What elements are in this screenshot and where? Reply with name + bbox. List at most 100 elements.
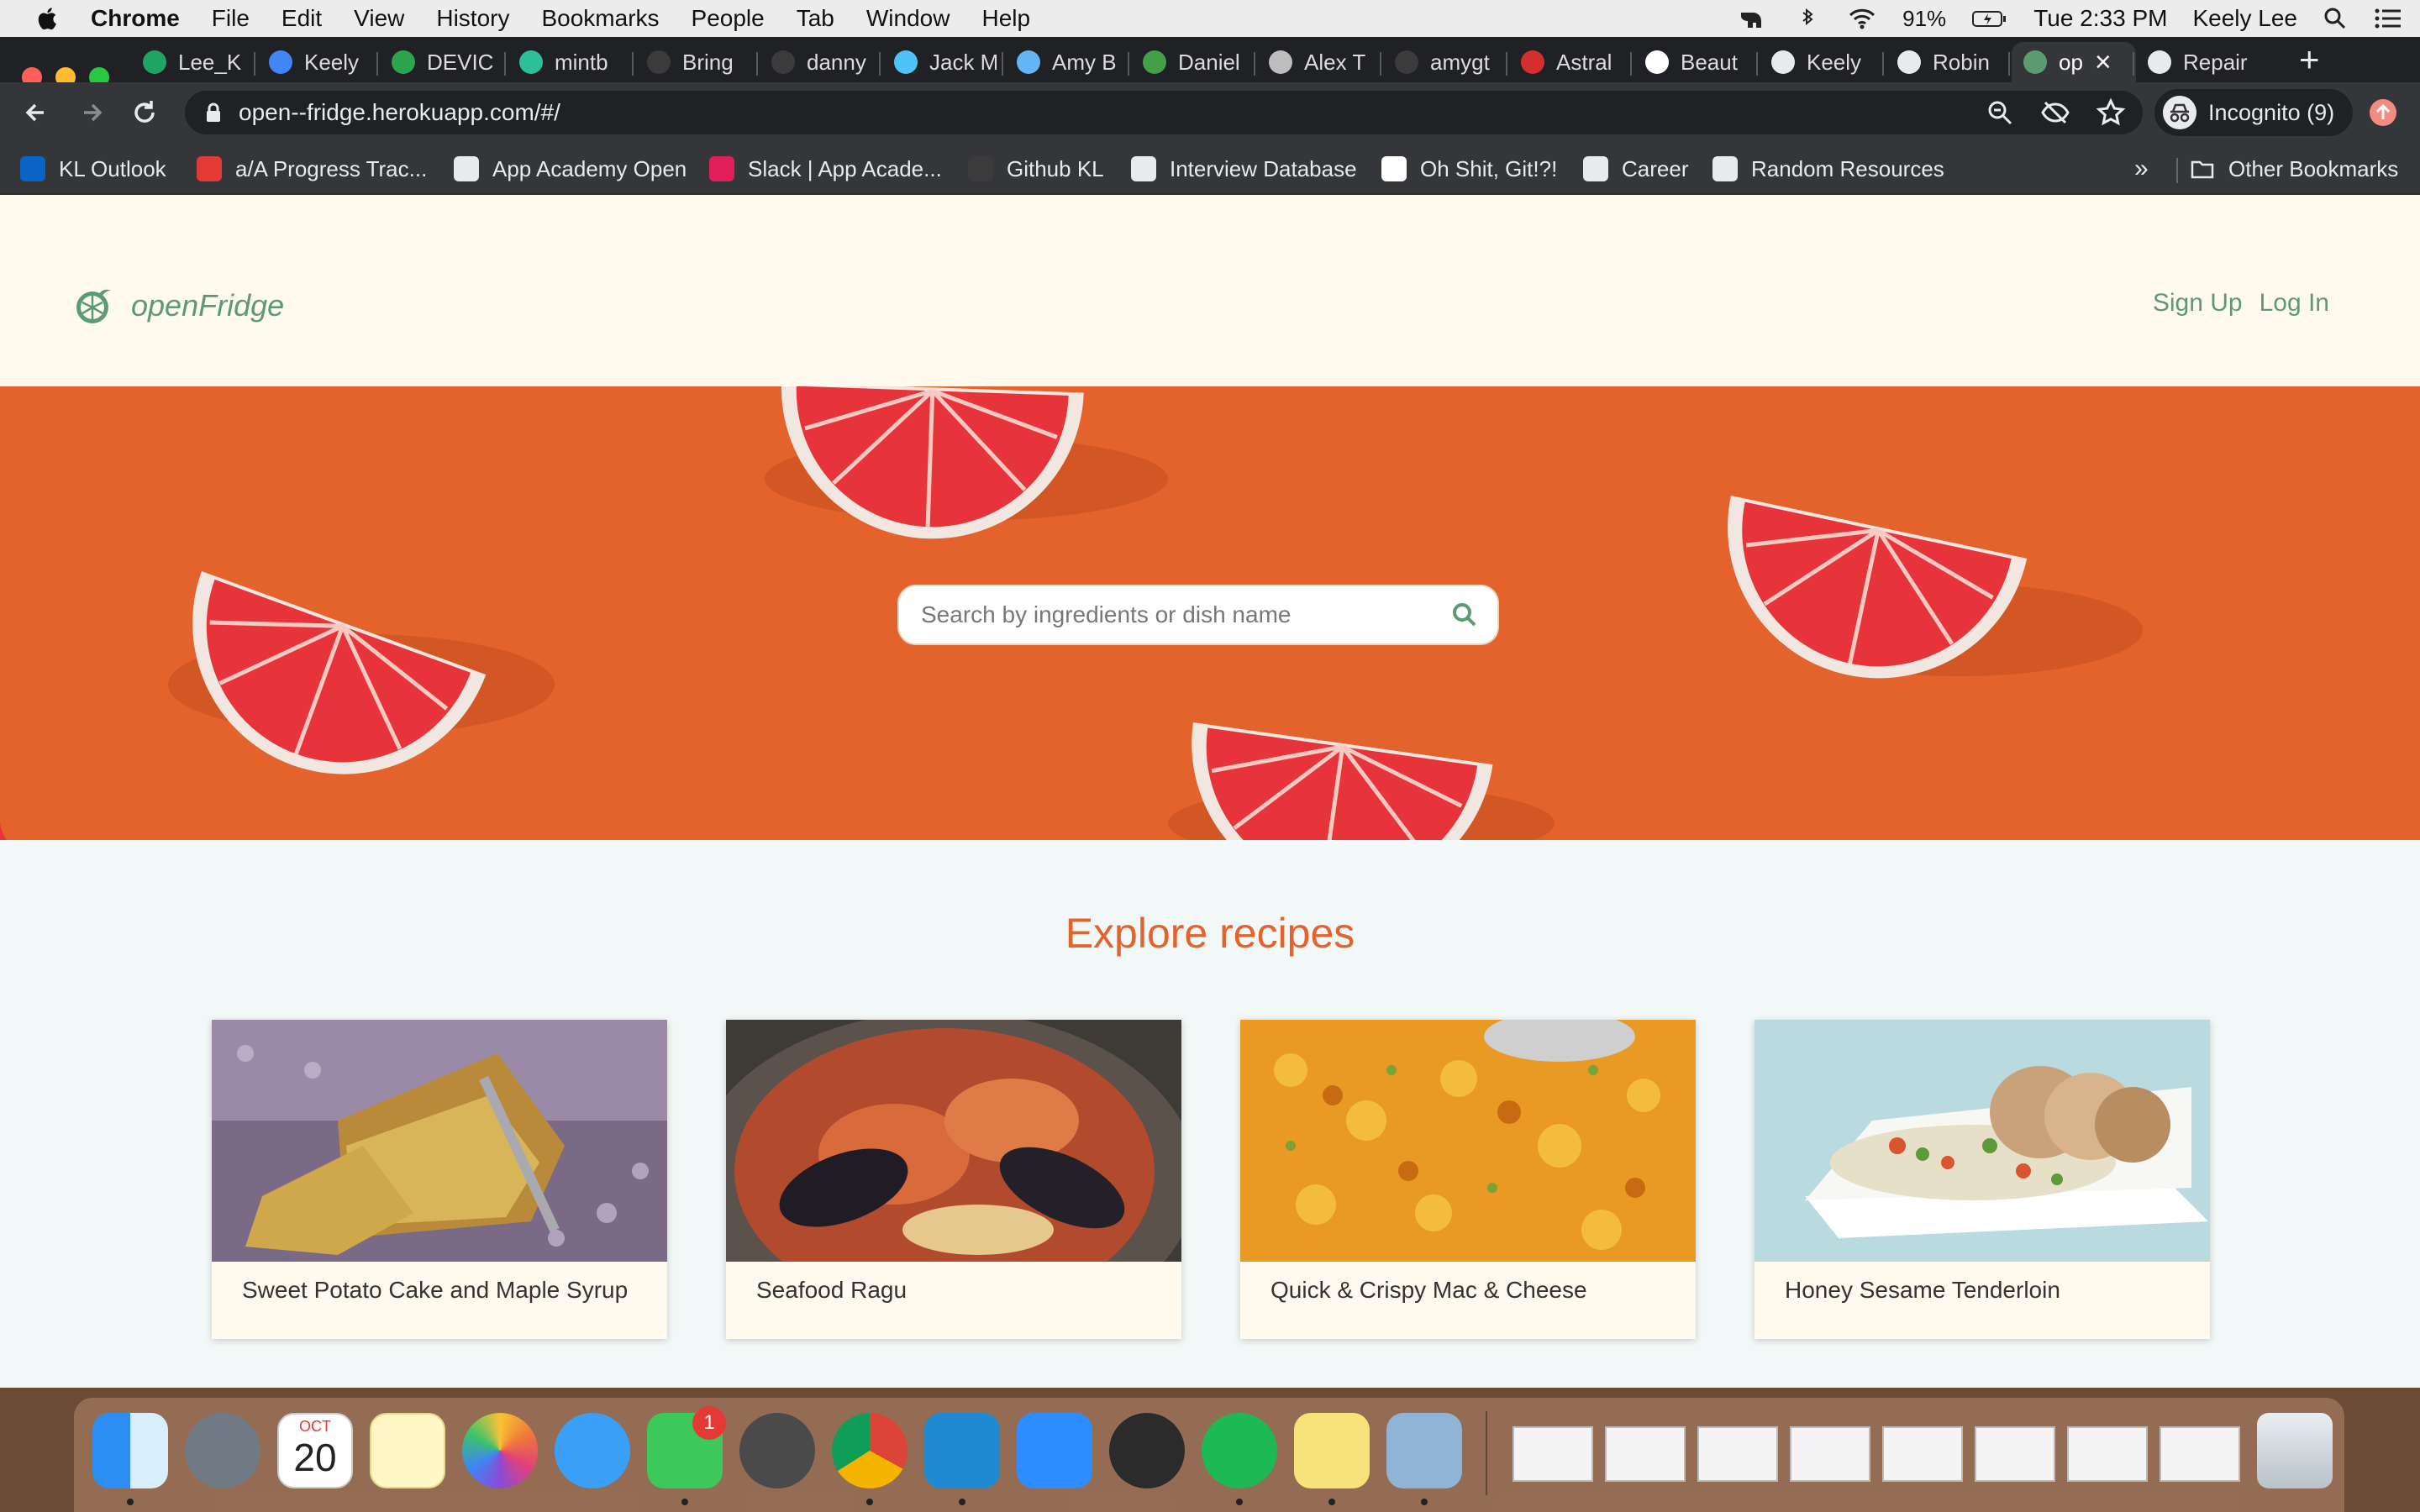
minimized-window-thumbnail[interactable] bbox=[1975, 1426, 2055, 1482]
trash-icon[interactable] bbox=[2257, 1413, 2333, 1488]
bookmark-item[interactable]: Random Resources bbox=[1712, 155, 1944, 183]
minimized-window-thumbnail[interactable] bbox=[2160, 1426, 2240, 1482]
recipe-card-title[interactable]: Quick & Crispy Mac & Cheese bbox=[1270, 1277, 1587, 1304]
url-text[interactable]: open--fridge.herokuapp.com/#/ bbox=[239, 99, 560, 126]
browser-tab[interactable]: Beaut bbox=[1634, 42, 1751, 82]
bookmark-item[interactable]: KL Outlook bbox=[20, 155, 166, 183]
incognito-profile-button[interactable]: Incognito (9) bbox=[2154, 89, 2353, 136]
site-logo[interactable]: openFridge bbox=[74, 286, 284, 326]
spotlight-search-icon[interactable] bbox=[2323, 6, 2348, 31]
menu-bookmarks[interactable]: Bookmarks bbox=[541, 5, 659, 32]
bookmark-item[interactable]: Interview Database bbox=[1131, 155, 1357, 183]
lock-icon[interactable] bbox=[205, 102, 222, 123]
menu-people[interactable]: People bbox=[692, 5, 765, 32]
search-icon[interactable] bbox=[1450, 601, 1479, 629]
recipe-card-title[interactable]: Seafood Ragu bbox=[756, 1277, 907, 1304]
tracking-blocked-eye-icon[interactable] bbox=[2040, 97, 2070, 128]
recipe-card-title[interactable]: Honey Sesame Tenderloin bbox=[1785, 1277, 2060, 1304]
chrome-icon[interactable] bbox=[832, 1413, 908, 1488]
finder-icon[interactable] bbox=[92, 1413, 168, 1488]
vscode-icon[interactable] bbox=[924, 1413, 1000, 1488]
recipe-card[interactable]: Seafood Ragu bbox=[692, 1011, 1197, 1347]
browser-tab[interactable]: Amy B bbox=[1005, 42, 1123, 82]
close-tab-icon[interactable]: × bbox=[2095, 46, 2112, 79]
instruments-icon[interactable] bbox=[1109, 1413, 1185, 1488]
battery-percent: 91% bbox=[1902, 5, 1947, 31]
evernote-elephant-icon[interactable] bbox=[1736, 6, 1766, 31]
recipe-search-input[interactable] bbox=[899, 601, 1450, 628]
bookmarks-overflow-chevron[interactable]: » bbox=[2134, 155, 2149, 183]
browser-tab[interactable]: Repair bbox=[2136, 42, 2254, 82]
minimized-window-thumbnail[interactable] bbox=[1605, 1426, 1686, 1482]
update-badge-icon[interactable] bbox=[2368, 97, 2398, 128]
log-in-link[interactable]: Log In bbox=[2260, 289, 2329, 318]
browser-tab[interactable]: Daniel bbox=[1131, 42, 1249, 82]
browser-tab[interactable]: Bring bbox=[635, 42, 751, 82]
back-button[interactable] bbox=[18, 94, 55, 131]
battery-charging-icon[interactable] bbox=[1971, 6, 2008, 31]
notification-center-icon[interactable] bbox=[2373, 6, 2403, 31]
forward-button[interactable] bbox=[72, 94, 109, 131]
browser-tab[interactable]: Lee_K bbox=[131, 42, 249, 82]
menu-file[interactable]: File bbox=[212, 5, 250, 32]
address-bar[interactable]: open--fridge.herokuapp.com/#/ bbox=[185, 91, 2143, 134]
notes-icon[interactable] bbox=[370, 1413, 445, 1488]
recipe-card[interactable]: Quick & Crispy Mac & Cheese bbox=[1240, 1011, 1696, 1339]
menu-view[interactable]: View bbox=[354, 5, 404, 32]
menu-bar-user[interactable]: Keely Lee bbox=[2192, 5, 2297, 32]
menu-app-name[interactable]: Chrome bbox=[91, 5, 180, 32]
menu-bar-clock[interactable]: Tue 2:33 PM bbox=[2033, 5, 2167, 32]
zoom-icon[interactable] bbox=[1985, 97, 2015, 128]
bookmark-item[interactable]: App Academy Open bbox=[454, 155, 687, 183]
menu-edit[interactable]: Edit bbox=[281, 5, 322, 32]
minimized-window-thumbnail[interactable] bbox=[1882, 1426, 1963, 1482]
minimized-window-thumbnail[interactable] bbox=[1512, 1426, 1593, 1482]
bookmark-item[interactable]: Oh Shit, Git!?! bbox=[1381, 155, 1557, 183]
bookmark-item[interactable]: Career bbox=[1583, 155, 1688, 183]
wifi-icon[interactable] bbox=[1847, 6, 1877, 31]
bookmark-item[interactable]: Github KL bbox=[968, 155, 1104, 183]
new-tab-button[interactable]: + bbox=[2299, 37, 2320, 82]
preview-icon[interactable] bbox=[1386, 1413, 1462, 1488]
menu-help[interactable]: Help bbox=[981, 5, 1030, 32]
browser-tab[interactable]: Keely bbox=[1760, 42, 1877, 82]
browser-tab[interactable]: mintb bbox=[508, 42, 625, 82]
sign-up-link[interactable]: Sign Up bbox=[2153, 289, 2243, 318]
browser-tab[interactable]: Jack M bbox=[882, 42, 997, 82]
stickies-icon[interactable] bbox=[1294, 1413, 1370, 1488]
reload-button[interactable] bbox=[126, 94, 163, 131]
system-preferences-gear-icon[interactable] bbox=[739, 1413, 815, 1488]
browser-tab[interactable]: op × bbox=[2012, 42, 2136, 82]
minimized-window-thumbnail[interactable] bbox=[1697, 1426, 1778, 1482]
recipe-card[interactable]: Sweet Potato Cake and Maple Syrup bbox=[212, 1020, 667, 1339]
browser-tab[interactable]: Robin bbox=[1886, 42, 2003, 82]
browser-tab[interactable]: Alex T bbox=[1257, 42, 1375, 82]
browser-tab[interactable]: danny bbox=[760, 42, 874, 82]
browser-tab[interactable]: Keely bbox=[257, 42, 371, 82]
bluetooth-icon[interactable] bbox=[1791, 6, 1822, 31]
apple-logo-icon[interactable] bbox=[34, 4, 62, 33]
launchpad-rocket-icon[interactable] bbox=[185, 1413, 260, 1488]
messages-icon[interactable] bbox=[555, 1413, 630, 1488]
bookmark-item[interactable]: Slack | App Acade... bbox=[709, 155, 942, 183]
bookmark-item[interactable]: a/A Progress Trac... bbox=[197, 155, 427, 183]
recipe-card[interactable]: Honey Sesame Tenderloin bbox=[1754, 1020, 2210, 1339]
bookmark-star-icon[interactable] bbox=[2096, 97, 2126, 128]
zoom-app-icon[interactable] bbox=[1017, 1413, 1092, 1488]
spotify-icon[interactable] bbox=[1202, 1413, 1277, 1488]
other-bookmarks-folder[interactable]: Other Bookmarks bbox=[2190, 155, 2398, 183]
tab-title: Amy B bbox=[1052, 49, 1117, 75]
minimized-window-thumbnail[interactable] bbox=[1790, 1426, 1870, 1482]
menu-history[interactable]: History bbox=[436, 5, 509, 32]
browser-tab[interactable]: Astral bbox=[1509, 42, 1625, 82]
browser-tab[interactable]: DEVIC bbox=[380, 42, 499, 82]
menu-window[interactable]: Window bbox=[866, 5, 950, 32]
recipe-search-bar[interactable] bbox=[897, 585, 1499, 645]
tab-separator bbox=[756, 52, 758, 76]
menu-tab[interactable]: Tab bbox=[797, 5, 834, 32]
photos-icon[interactable] bbox=[462, 1413, 538, 1488]
browser-tab[interactable]: amygt bbox=[1383, 42, 1501, 82]
calendar-icon[interactable]: OCT 20 bbox=[277, 1413, 353, 1488]
minimized-window-thumbnail[interactable] bbox=[2067, 1426, 2148, 1482]
recipe-card-title[interactable]: Sweet Potato Cake and Maple Syrup bbox=[242, 1277, 628, 1304]
